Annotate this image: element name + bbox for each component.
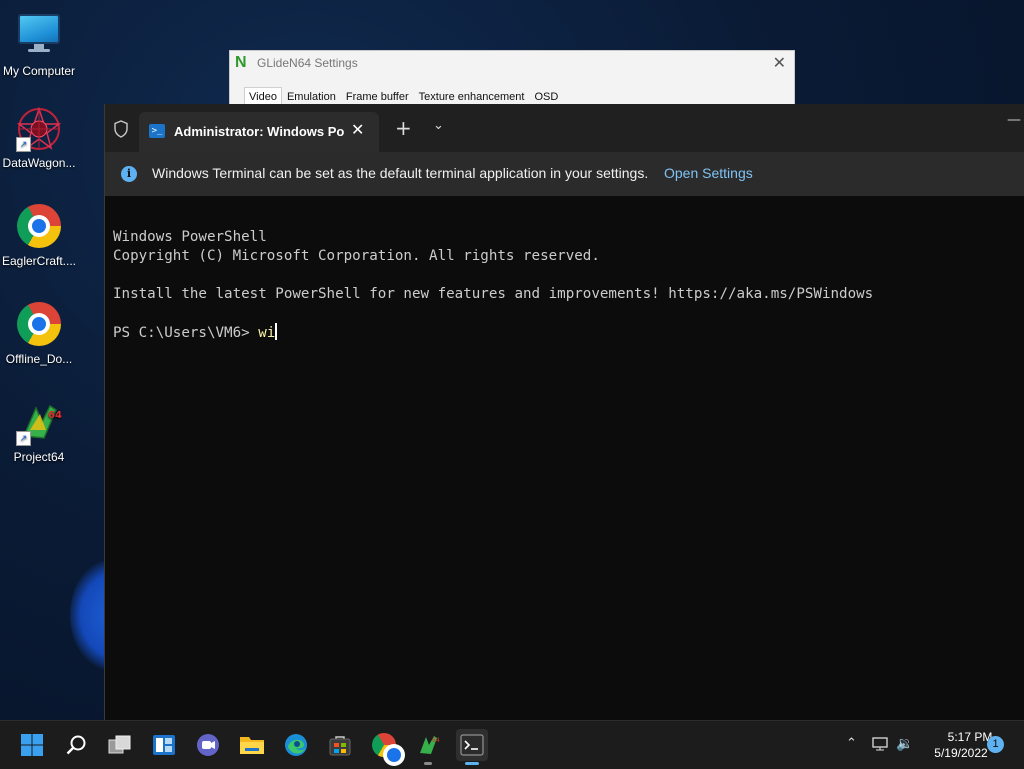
windows-logo-icon — [21, 734, 43, 756]
prompt: PS C:\Users\VM6> — [113, 325, 259, 341]
desktop-icon-label: Project64 — [13, 450, 65, 464]
infobar-message: Windows Terminal can be set as the defau… — [152, 165, 649, 181]
desktop-icon-offline-do[interactable]: Offline_Do... — [0, 302, 78, 366]
svg-text:64: 64 — [432, 737, 440, 744]
default-terminal-infobar: i Windows Terminal can be set as the def… — [105, 152, 1024, 196]
teams-chat-button[interactable] — [192, 729, 224, 761]
svg-text:64: 64 — [48, 410, 62, 421]
shortcut-arrow-icon: ↗ — [16, 431, 31, 446]
network-icon[interactable] — [872, 737, 888, 751]
new-tab-button[interactable]: + — [395, 116, 412, 140]
project64-icon: 64 — [420, 736, 440, 754]
task-view-button[interactable] — [104, 729, 136, 761]
task-view-icon — [108, 735, 131, 754]
admin-shield-icon — [113, 120, 129, 138]
close-tab-icon[interactable]: ✕ — [351, 120, 364, 139]
edge-icon — [285, 734, 307, 756]
desktop-icon-eaglercraft[interactable]: EaglerCraft.... — [0, 204, 78, 268]
file-explorer-button[interactable] — [236, 729, 268, 761]
gliden64-settings-window[interactable]: N GLideN64 Settings ✕ Video Emulation Fr… — [229, 50, 795, 112]
tab-powershell[interactable]: >_ Administrator: Windows PowerShell ✕ — [139, 112, 379, 152]
minimize-icon[interactable]: — — [1007, 112, 1021, 128]
terminal-taskbar-button[interactable] — [456, 729, 488, 765]
desktop-icon-label: Offline_Do... — [5, 352, 73, 366]
desktop-icon-label: My Computer — [2, 64, 76, 78]
open-settings-link[interactable]: Open Settings — [664, 165, 753, 181]
chrome-icon — [16, 302, 62, 348]
shortcut-arrow-icon: ↗ — [16, 137, 31, 152]
info-icon: i — [121, 166, 137, 182]
search-button[interactable] — [60, 729, 92, 761]
text-cursor — [275, 323, 278, 340]
desktop-icon-my-computer[interactable]: My Computer — [0, 10, 78, 78]
chrome-icon — [16, 204, 62, 250]
gliden64-title: GLideN64 Settings — [257, 56, 358, 70]
chrome-icon — [372, 733, 405, 766]
console-output[interactable]: Windows PowerShell Copyright (C) Microsof… — [105, 196, 1024, 380]
console-line: Copyright (C) Microsoft Corporation. All… — [113, 248, 600, 264]
widgets-icon — [153, 735, 175, 755]
widgets-button[interactable] — [148, 729, 180, 761]
terminal-icon — [460, 734, 484, 756]
store-button[interactable] — [324, 729, 356, 761]
chat-icon — [197, 734, 219, 756]
desktop-icon-datawagon[interactable]: ↗ DataWagon... — [0, 106, 78, 170]
powershell-icon: >_ — [149, 124, 165, 138]
windows-terminal-window[interactable]: >_ Administrator: Windows PowerShell ✕ +… — [104, 104, 1024, 720]
store-icon — [329, 736, 351, 756]
monitor-icon — [16, 14, 62, 60]
search-icon — [66, 735, 86, 755]
datawagon-icon: ↗ — [16, 106, 62, 152]
volume-icon[interactable]: 🔉 — [896, 735, 913, 752]
close-icon[interactable]: ✕ — [773, 53, 786, 72]
prompt-line[interactable]: PS C:\Users\VM6> wi — [113, 323, 1024, 342]
start-button[interactable] — [16, 729, 48, 761]
desktop-icon-project64[interactable]: 64 ↗ Project64 — [0, 400, 78, 464]
console-line: Install the latest PowerShell for new fe… — [113, 286, 874, 302]
running-indicator — [424, 762, 432, 765]
taskbar: 64 ⌃ 🔉 5:17 PM 5/19/2022 1 — [0, 720, 1024, 769]
folder-icon — [240, 737, 264, 754]
chrome-taskbar-button[interactable] — [368, 729, 405, 766]
gliden64-titlebar[interactable]: N GLideN64 Settings — [230, 51, 794, 75]
gliden64-logo-icon: N — [235, 54, 247, 71]
notification-badge[interactable]: 1 — [987, 736, 1004, 753]
chevron-up-icon[interactable]: ⌃ — [846, 735, 857, 751]
desktop-icon-label: EaglerCraft.... — [1, 254, 77, 268]
tab-title: Administrator: Windows PowerShell — [174, 124, 344, 139]
chevron-down-icon[interactable]: ⌄ — [433, 118, 444, 133]
command-input[interactable]: wi — [258, 325, 275, 341]
desktop-icon-label: DataWagon... — [2, 156, 76, 170]
project64-taskbar-button[interactable]: 64 — [412, 729, 444, 765]
project64-icon: 64 ↗ — [16, 400, 62, 446]
console-line: Windows PowerShell — [113, 229, 267, 245]
terminal-tabbar[interactable]: >_ Administrator: Windows PowerShell ✕ +… — [105, 104, 1024, 152]
running-indicator — [465, 762, 479, 765]
edge-button[interactable] — [280, 729, 312, 761]
